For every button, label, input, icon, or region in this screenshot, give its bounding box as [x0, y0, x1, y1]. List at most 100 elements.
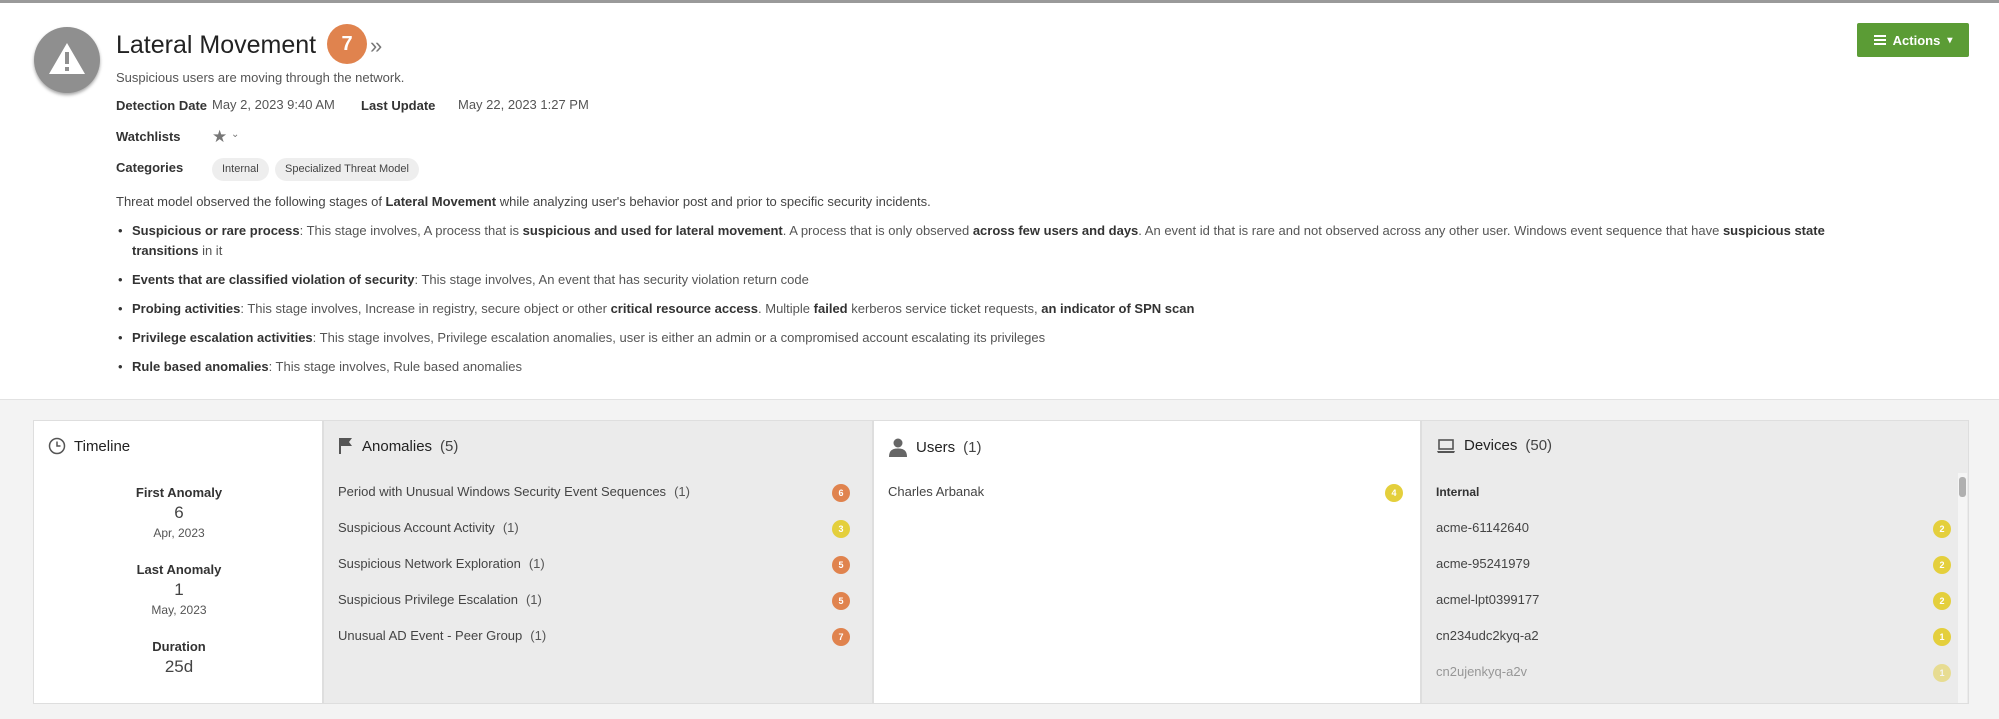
description-suffix: while analyzing user's behavior post and…	[496, 194, 931, 209]
stage-text: . An event id that is rare and not obser…	[1138, 223, 1723, 238]
categories-label: Categories	[116, 160, 184, 175]
menu-icon	[1873, 33, 1886, 47]
users-count: (1)	[963, 438, 982, 456]
anomalies-count: (5)	[440, 437, 459, 455]
last-anomaly-month: May, 2023	[151, 603, 207, 617]
stage-text: : This stage involves, Privilege escalat…	[312, 330, 1046, 345]
anomaly-count: (1)	[525, 592, 542, 607]
anomaly-count: (1)	[530, 628, 547, 643]
anomaly-score-badge: 5	[832, 592, 850, 610]
first-anomaly: First Anomaly 6 Apr, 2023	[34, 485, 324, 540]
anomaly-score-badge: 7	[832, 628, 850, 646]
page-title: Lateral Movement	[116, 31, 317, 59]
timeline-title: Timeline	[74, 437, 131, 455]
stage-highlight: critical resource access	[610, 301, 759, 316]
threat-description: Threat model observed the following stag…	[116, 194, 931, 209]
anomaly-item[interactable]: Suspicious Network Exploration (1)	[338, 556, 545, 571]
stage-highlight: failed	[813, 301, 848, 316]
first-anomaly-day: 6	[174, 503, 184, 522]
category-chip[interactable]: Internal	[212, 158, 269, 181]
page-subtitle: Suspicious users are moving through the …	[116, 70, 405, 85]
users-panel: Users (1) Charles Arbanak 4	[873, 420, 1421, 704]
stage-text: : This stage involves, Rule based anomal…	[268, 359, 522, 374]
incident-header: Lateral Movement 7 » Suspicious users ar…	[0, 3, 1999, 400]
device-item[interactable]: acme-61142640	[1436, 520, 1529, 535]
stage-list: Suspicious or rare process : This stage i…	[116, 221, 1856, 386]
anomaly-item[interactable]: Period with Unusual Windows Security Eve…	[338, 484, 690, 499]
chevron-down-icon: ▾	[1947, 34, 1953, 46]
chevron-down-icon[interactable]: ⌄	[231, 129, 239, 140]
devices-panel: Devices (50) Internal acme-61142640 2 acm…	[1421, 420, 1969, 704]
actions-button[interactable]: Actions ▾	[1857, 23, 1969, 57]
stage-name: Probing activities	[132, 301, 241, 316]
device-name: acme-61142640	[1436, 520, 1529, 535]
stage-text: : This stage involves, Increase in regis…	[240, 301, 611, 316]
anomaly-score-badge: 3	[832, 520, 850, 538]
device-item[interactable]: cn234udc2kyq-a2	[1436, 628, 1539, 643]
devices-header: Devices (50)	[1436, 437, 1552, 454]
clock-icon	[48, 437, 66, 455]
devices-scrollbar-thumb[interactable]	[1959, 477, 1966, 497]
last-update-value: May 22, 2023 1:27 PM	[458, 97, 589, 112]
user-score-badge: 4	[1385, 484, 1403, 502]
stage-name: Suspicious or rare process	[132, 223, 300, 238]
stage-item: Privilege escalation activities: This st…	[116, 328, 1856, 348]
timeline-header: Timeline	[48, 437, 130, 455]
actions-label: Actions	[1892, 32, 1941, 48]
first-anomaly-month: Apr, 2023	[153, 526, 205, 540]
last-update-label: Last Update	[361, 98, 436, 113]
anomalies-header: Anomalies (5)	[338, 437, 458, 455]
first-anomaly-label: First Anomaly	[135, 485, 223, 500]
device-score-badge: 2	[1933, 556, 1951, 574]
stage-item: Rule based anomalies: This stage involve…	[116, 357, 1856, 377]
duration-value: 25d	[164, 657, 194, 676]
devices-scrollbar-track[interactable]	[1958, 473, 1967, 703]
user-name: Charles Arbanak	[888, 484, 985, 499]
anomaly-name: Suspicious Account Activity	[338, 520, 495, 535]
users-header: Users (1)	[888, 437, 982, 457]
devices-section-label: Internal	[1436, 485, 1480, 499]
detection-date-value: May 2, 2023 9:40 AM	[212, 97, 335, 112]
duration-label: Duration	[152, 639, 206, 654]
device-score-badge: 1	[1933, 664, 1951, 682]
users-title: Users	[916, 438, 956, 456]
double-chevron-right-icon[interactable]: »	[370, 34, 382, 58]
anomaly-count: (1)	[502, 520, 519, 535]
device-item[interactable]: cn2ujenkyq-a2v	[1436, 664, 1527, 679]
anomaly-item[interactable]: Suspicious Account Activity (1)	[338, 520, 519, 535]
anomaly-score-badge: 5	[832, 556, 850, 574]
anomaly-count: (1)	[528, 556, 545, 571]
stage-text: kerberos service ticket requests,	[847, 301, 1042, 316]
device-score-badge: 1	[1933, 628, 1951, 646]
stage-item: Probing activities: This stage involves,…	[116, 299, 1856, 319]
device-score-badge: 2	[1933, 592, 1951, 610]
description-model-name: Lateral Movement	[385, 194, 497, 209]
anomaly-item[interactable]: Suspicious Privilege Escalation (1)	[338, 592, 542, 607]
star-icon[interactable]: ★	[212, 127, 227, 147]
anomaly-count: (1)	[674, 484, 690, 499]
device-item[interactable]: acmel-lpt0399177	[1436, 592, 1539, 607]
device-name: acme-95241979	[1436, 556, 1530, 571]
stage-highlight: suspicious and used for lateral movement	[522, 223, 783, 238]
device-name: acmel-lpt0399177	[1436, 592, 1540, 607]
anomaly-item[interactable]: Unusual AD Event - Peer Group (1)	[338, 628, 546, 643]
last-anomaly: Last Anomaly 1 May, 2023	[34, 562, 324, 617]
stage-text: : This stage involves, An event that has…	[414, 272, 809, 287]
device-item[interactable]: acme-95241979	[1436, 556, 1530, 571]
description-prefix: Threat model observed the following stag…	[116, 194, 386, 209]
anomaly-score-badge: 6	[832, 484, 850, 502]
anomalies-panel: Anomalies (5) Period with Unusual Windows…	[323, 420, 873, 704]
devices-title: Devices	[1464, 437, 1518, 454]
warning-icon	[34, 27, 100, 93]
flag-icon	[339, 438, 352, 454]
detection-date-label: Detection Date	[116, 98, 208, 113]
stage-highlight: across few users and days	[972, 223, 1139, 238]
anomalies-title: Anomalies	[362, 437, 433, 455]
category-chip[interactable]: Specialized Threat Model	[275, 158, 419, 181]
user-item[interactable]: Charles Arbanak	[888, 484, 984, 499]
stage-text: . Multiple	[758, 301, 814, 316]
risk-score-badge: 7	[327, 24, 367, 64]
stage-item: Events that are classified violation of …	[116, 270, 1856, 290]
device-name: cn234udc2kyq-a2	[1436, 628, 1539, 643]
last-anomaly-label: Last Anomaly	[136, 562, 222, 577]
